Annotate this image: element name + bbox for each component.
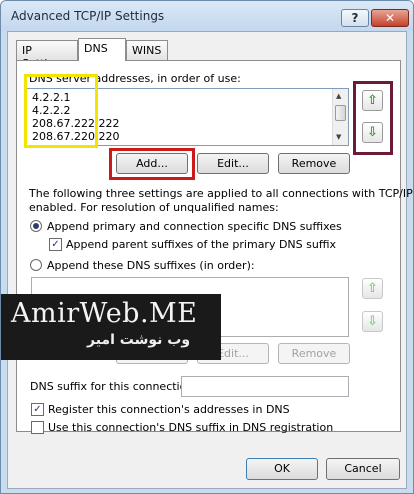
use-suffix-label: Use this connection's DNS suffix in DNS … — [48, 421, 334, 434]
watermark-banner: AmirWeb.ME وب نوشت امیر — [1, 294, 221, 360]
arrow-down-icon: ⇩ — [367, 125, 378, 140]
register-dns-label: Register this connection's addresses in … — [48, 403, 290, 416]
append-parent-checkbox[interactable]: ✓ — [49, 238, 62, 251]
dns-suffix-label: DNS suffix for this connection: — [30, 380, 198, 393]
close-button[interactable]: ✕ — [371, 9, 409, 27]
dns-server-list[interactable]: 4.2.2.1 4.2.2.2 208.67.222.222 208.67.22… — [25, 88, 349, 146]
append-these-radio[interactable] — [30, 259, 42, 271]
watermark-subtitle: وب نوشت امیر — [87, 332, 191, 348]
tab-ip-settings[interactable]: IP Settings — [16, 40, 78, 70]
tab-wins[interactable]: WINS — [126, 40, 168, 60]
window-title: Advanced TCP/IP Settings — [11, 9, 165, 23]
move-down-button[interactable]: ⇩ — [362, 122, 383, 143]
cancel-button[interactable]: Cancel — [326, 458, 400, 480]
use-suffix-checkbox[interactable] — [31, 421, 44, 434]
scroll-down-icon[interactable]: ▼ — [336, 133, 341, 141]
dns-server-item[interactable]: 4.2.2.1 — [32, 91, 70, 104]
edit-dns-button[interactable]: Edit... — [197, 153, 269, 174]
add-dns-button[interactable]: Add... — [116, 153, 188, 174]
append-these-label: Append these DNS suffixes (in order): — [47, 259, 255, 272]
dns-server-item[interactable]: 4.2.2.2 — [32, 104, 70, 117]
remove-dns-button[interactable]: Remove — [278, 153, 350, 174]
dns-server-item[interactable]: 208.67.220.220 — [32, 130, 119, 143]
dns-suffix-input[interactable] — [181, 376, 349, 397]
dns-list-scrollbar[interactable]: ▲ ▼ — [332, 89, 348, 145]
register-dns-checkbox[interactable]: ✓ — [31, 403, 44, 416]
settings-description-line2: enabled. For resolution of unqualified n… — [29, 201, 279, 214]
append-primary-radio[interactable] — [30, 220, 42, 232]
append-parent-label: Append parent suffixes of the primary DN… — [66, 238, 336, 251]
append-primary-label: Append primary and connection specific D… — [47, 220, 342, 233]
arrow-up-icon: ⇧ — [367, 281, 378, 296]
settings-description-line1: The following three settings are applied… — [29, 187, 413, 200]
watermark-title: AmirWeb.ME — [11, 298, 198, 329]
move-up-button[interactable]: ⇧ — [362, 90, 383, 111]
dns-server-item[interactable]: 208.67.222.222 — [32, 117, 119, 130]
scroll-up-icon[interactable]: ▲ — [336, 92, 341, 100]
advanced-tcpip-window: Advanced TCP/IP Settings ? ✕ IP Settings… — [0, 0, 414, 494]
ok-button[interactable]: OK — [246, 458, 318, 480]
help-button[interactable]: ? — [341, 9, 369, 27]
dns-list-label: DNS server addresses, in order of use: — [29, 72, 241, 85]
arrow-down-icon: ⇩ — [367, 314, 378, 329]
arrow-up-icon: ⇧ — [367, 93, 378, 108]
suffix-move-down-button[interactable]: ⇩ — [362, 311, 383, 332]
title-bar: Advanced TCP/IP Settings ? ✕ — [1, 1, 413, 31]
suffix-move-up-button[interactable]: ⇧ — [362, 278, 383, 299]
tab-dns[interactable]: DNS — [78, 38, 126, 61]
remove-suffix-button[interactable]: Remove — [278, 343, 350, 364]
scroll-thumb[interactable] — [335, 105, 346, 121]
